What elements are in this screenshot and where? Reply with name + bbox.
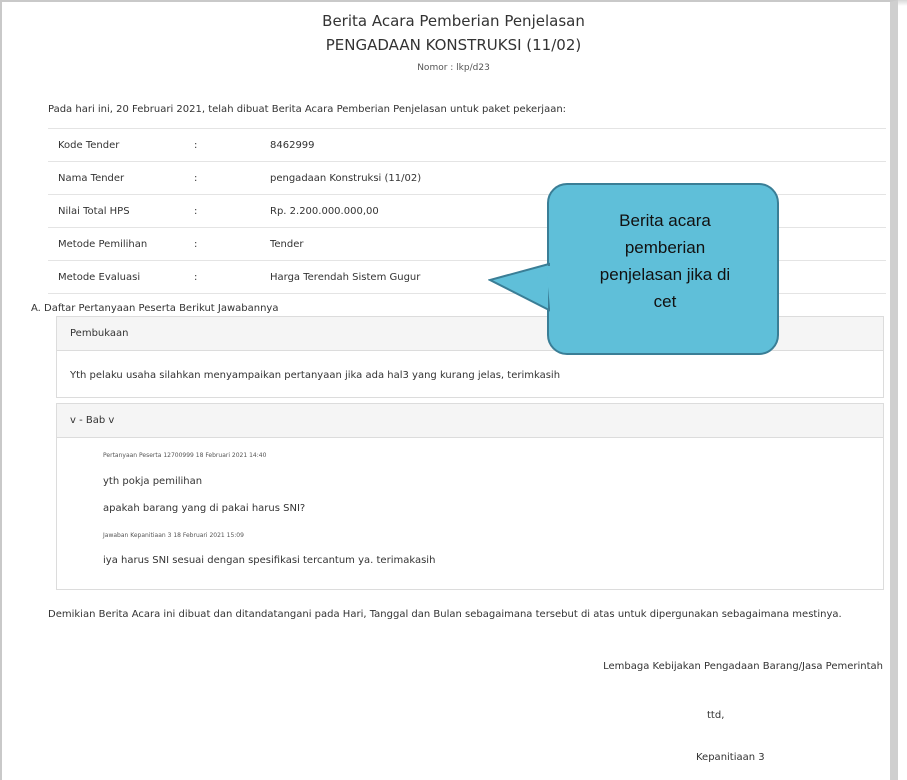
callout-bubble: Berita acara pemberian penjelasan jika d… xyxy=(547,183,779,355)
row-separator: : xyxy=(194,227,270,261)
callout-line: penjelasan jika di xyxy=(599,265,731,284)
row-separator: : xyxy=(194,128,270,162)
callout-text: Berita acara pemberian penjelasan jika d… xyxy=(549,207,781,315)
bab-panel: v - Bab v Pertanyaan Peserta 12700999 18… xyxy=(56,403,884,590)
answer-text: iya harus SNI sesuai dengan spesifikasi … xyxy=(103,555,436,566)
row-value: 8462999 xyxy=(270,128,886,162)
signature-name: Kepanitiaan 3 xyxy=(696,752,765,763)
opening-panel-text: Yth pelaku usaha silahkan menyampaikan p… xyxy=(70,370,561,381)
row-label: Kode Tender xyxy=(48,128,194,162)
document-subtitle: PENGADAAN KONSTRUKSI (11/02) xyxy=(325,36,582,54)
document-title: Berita Acara Pemberian Penjelasan xyxy=(322,12,585,30)
bab-panel-header: v - Bab v xyxy=(57,404,883,438)
signature-organization: Lembaga Kebijakan Pengadaan Barang/Jasa … xyxy=(603,661,883,672)
closing-paragraph: Demikian Berita Acara ini dibuat dan dit… xyxy=(48,609,842,620)
bab-panel-body: Pertanyaan Peserta 12700999 18 Februari … xyxy=(57,438,883,588)
row-label: Nilai Total HPS xyxy=(48,194,194,228)
signature-ttd: ttd, xyxy=(707,710,725,721)
question-meta: Pertanyaan Peserta 12700999 18 Februari … xyxy=(103,452,267,459)
question-line: apakah barang yang di pakai harus SNI? xyxy=(103,503,306,514)
table-row: Kode Tender : 8462999 xyxy=(48,128,886,162)
row-label: Metode Evaluasi xyxy=(48,260,194,294)
row-separator: : xyxy=(194,161,270,195)
callout-line: pemberian xyxy=(624,238,706,257)
section-a-heading: A. Daftar Pertanyaan Peserta Berikut Jaw… xyxy=(31,303,279,314)
row-label: Nama Tender xyxy=(48,161,194,195)
row-separator: : xyxy=(194,260,270,294)
answer-meta: Jawaban Kepanitiaan 3 18 Februari 2021 1… xyxy=(103,532,244,539)
row-label: Metode Pemilihan xyxy=(48,227,194,261)
callout-line: cet xyxy=(653,292,677,311)
callout-tail xyxy=(488,262,558,312)
row-separator: : xyxy=(194,194,270,228)
callout-line: Berita acara xyxy=(619,211,711,230)
document-number: Nomor : lkp/d23 xyxy=(417,63,490,73)
question-line: yth pokja pemilihan xyxy=(103,476,203,487)
intro-text: Pada hari ini, 20 Februari 2021, telah d… xyxy=(48,104,567,115)
